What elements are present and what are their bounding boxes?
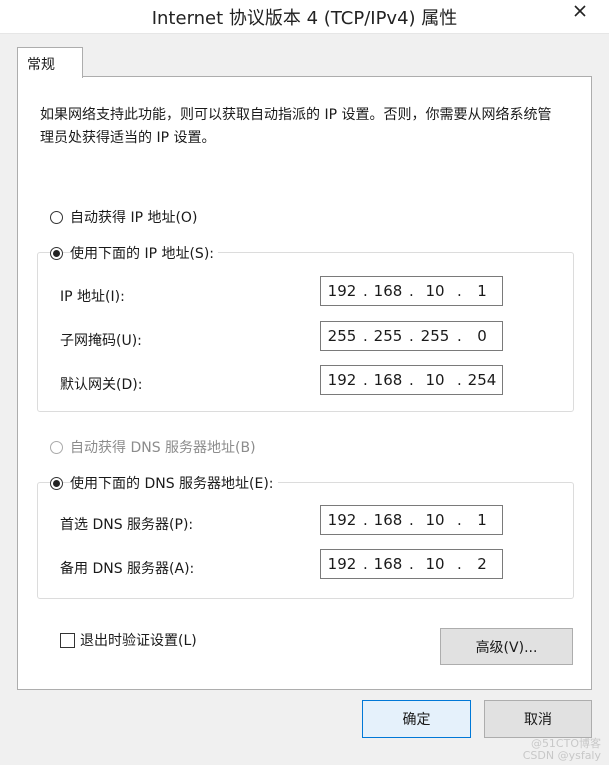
tab-general[interactable]: 常规	[17, 47, 83, 78]
alternate-dns-octet-3: 10	[425, 555, 445, 573]
cancel-button[interactable]: 取消	[484, 700, 592, 738]
ip-address-octet-1: 192	[327, 282, 357, 300]
preferred-dns-input[interactable]: 192 . 168 . 10 . 1	[320, 505, 503, 535]
validate-on-exit-label: 退出时验证设置(L)	[80, 633, 197, 649]
preferred-dns-label: 首选 DNS 服务器(P):	[60, 517, 194, 533]
title-bar: Internet 协议版本 4 (TCP/IPv4) 属性	[0, 0, 609, 34]
octet-separator: .	[409, 555, 414, 573]
default-gateway-octet-1: 192	[327, 371, 357, 389]
radio-ip-manual[interactable]: 使用下面的 IP 地址(S):	[50, 243, 218, 263]
radio-dns-auto-label: 自动获得 DNS 服务器地址(B)	[70, 437, 260, 457]
preferred-dns-octet-2: 168	[373, 511, 403, 529]
alternate-dns-octet-2: 168	[373, 555, 403, 573]
octet-separator: .	[457, 555, 462, 573]
default-gateway-octet-2: 168	[373, 371, 403, 389]
radio-dns-manual-circle[interactable]	[50, 476, 63, 490]
ip-address-octet-3: 10	[425, 282, 445, 300]
octet-separator: .	[363, 282, 368, 300]
close-icon	[574, 5, 586, 17]
watermark: @51CTO博客 CSDN @ysfaly	[522, 737, 601, 762]
dns-group	[37, 482, 574, 599]
alternate-dns-octet-4: 2	[477, 555, 487, 573]
radio-dns-manual[interactable]: 使用下面的 DNS 服务器地址(E):	[50, 473, 278, 493]
radio-ip-manual-label: 使用下面的 IP 地址(S):	[70, 243, 218, 263]
default-gateway-octet-4: 254	[467, 371, 497, 389]
ok-button[interactable]: 确定	[362, 700, 471, 738]
subnet-mask-octet-4: 0	[477, 327, 487, 345]
tab-general-label: 常规	[27, 57, 55, 73]
alternate-dns-octet-1: 192	[327, 555, 357, 573]
preferred-dns-octet-4: 1	[477, 511, 487, 529]
alternate-dns-input[interactable]: 192 . 168 . 10 . 2	[320, 549, 503, 579]
default-gateway-octet-3: 10	[425, 371, 445, 389]
default-gateway-label: 默认网关(D):	[60, 377, 143, 393]
validate-on-exit-checkbox[interactable]	[60, 632, 75, 648]
octet-separator: .	[363, 511, 368, 529]
octet-separator: .	[457, 327, 462, 345]
subnet-mask-octet-1: 255	[327, 327, 357, 345]
ip-address-input[interactable]: 192 . 168 . 10 . 1	[320, 276, 503, 306]
radio-dns-auto-circle[interactable]	[50, 440, 63, 454]
preferred-dns-octet-3: 10	[425, 511, 445, 529]
radio-dns-manual-label: 使用下面的 DNS 服务器地址(E):	[70, 473, 278, 493]
octet-separator: .	[409, 511, 414, 529]
preferred-dns-octet-1: 192	[327, 511, 357, 529]
ip-address-label: IP 地址(I):	[60, 289, 125, 305]
ip-address-octet-4: 1	[477, 282, 487, 300]
subnet-mask-octet-3: 255	[420, 327, 450, 345]
octet-separator: .	[363, 555, 368, 573]
radio-ip-manual-circle[interactable]	[50, 246, 63, 260]
subnet-mask-label: 子网掩码(U):	[60, 333, 142, 349]
octet-separator: .	[363, 327, 368, 345]
radio-dns-auto[interactable]: 自动获得 DNS 服务器地址(B)	[50, 437, 260, 457]
octet-separator: .	[457, 282, 462, 300]
subnet-mask-octet-2: 255	[373, 327, 403, 345]
description-text: 如果网络支持此功能，则可以获取自动指派的 IP 设置。否则，你需要从网络系统管理…	[40, 107, 552, 146]
radio-ip-auto[interactable]: 自动获得 IP 地址(O)	[50, 207, 202, 227]
octet-separator: .	[457, 371, 462, 389]
radio-ip-auto-label: 自动获得 IP 地址(O)	[70, 207, 202, 227]
alternate-dns-label: 备用 DNS 服务器(A):	[60, 561, 195, 577]
subnet-mask-input[interactable]: 255 . 255 . 255 . 0	[320, 321, 503, 351]
advanced-button[interactable]: 高级(V)...	[440, 628, 573, 665]
window-title: Internet 协议版本 4 (TCP/IPv4) 属性	[151, 8, 458, 29]
octet-separator: .	[363, 371, 368, 389]
octet-separator: .	[409, 282, 414, 300]
validate-on-exit[interactable]: 退出时验证设置(L)	[60, 630, 197, 650]
octet-separator: .	[409, 327, 414, 345]
octet-separator: .	[457, 511, 462, 529]
radio-ip-auto-circle[interactable]	[50, 210, 63, 224]
default-gateway-input[interactable]: 192 . 168 . 10 . 254	[320, 365, 503, 395]
close-button[interactable]	[563, 0, 597, 22]
ip-address-octet-2: 168	[373, 282, 403, 300]
octet-separator: .	[409, 371, 414, 389]
